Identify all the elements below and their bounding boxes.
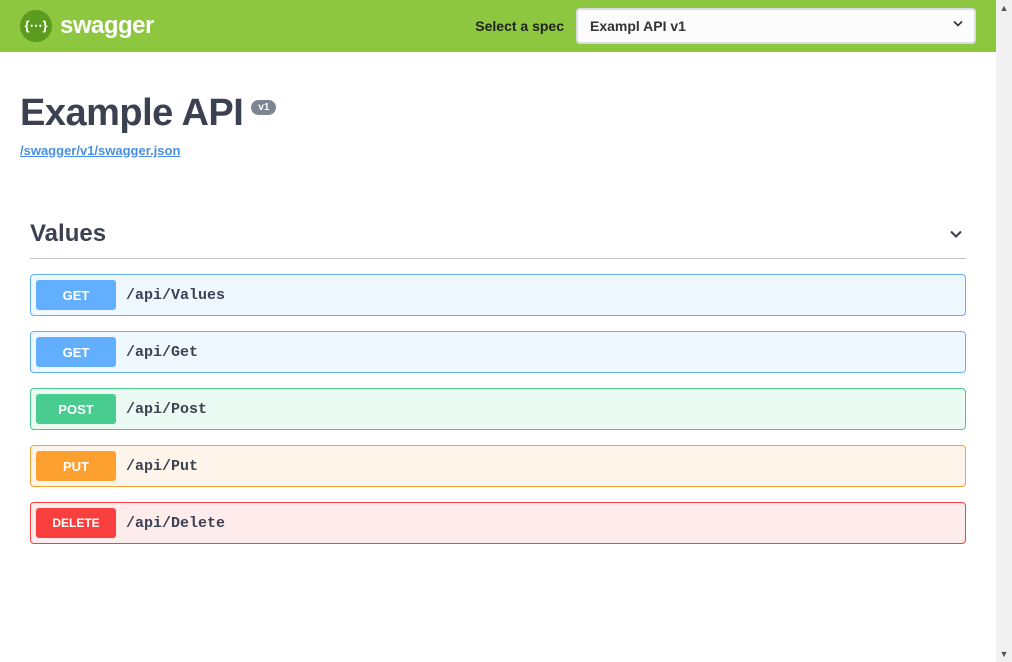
topbar: {⋯} swagger Select a spec Exampl API v1 [0, 0, 996, 52]
operation-get-0[interactable]: GET/api/Values [30, 274, 966, 316]
method-badge: GET [36, 280, 116, 310]
swagger-logo-text: swagger [60, 12, 154, 40]
swagger-icon: {⋯} [20, 10, 52, 42]
operation-get-1[interactable]: GET/api/Get [30, 331, 966, 373]
swagger-json-link[interactable]: /swagger/v1/swagger.json [20, 143, 180, 158]
method-badge: GET [36, 337, 116, 367]
operation-path: /api/Delete [126, 515, 225, 532]
section-header-values[interactable]: Values [30, 220, 966, 259]
version-badge: v1 [251, 100, 276, 115]
swagger-logo[interactable]: {⋯} swagger [20, 10, 154, 42]
chevron-down-icon [946, 224, 966, 244]
operation-path: /api/Put [126, 458, 198, 475]
operation-post-2[interactable]: POST/api/Post [30, 388, 966, 430]
method-badge: DELETE [36, 508, 116, 538]
operation-path: /api/Values [126, 287, 225, 304]
scroll-down-icon[interactable]: ▼ [996, 646, 1012, 662]
operation-path: /api/Get [126, 344, 198, 361]
scrollbar[interactable]: ▲ ▼ [996, 0, 1012, 662]
method-badge: PUT [36, 451, 116, 481]
section-title: Values [30, 220, 106, 248]
operation-put-3[interactable]: PUT/api/Put [30, 445, 966, 487]
spec-select-label: Select a spec [475, 18, 564, 34]
spec-select[interactable]: Exampl API v1 [576, 8, 976, 44]
scroll-up-icon[interactable]: ▲ [996, 0, 1012, 16]
method-badge: POST [36, 394, 116, 424]
operation-delete-4[interactable]: DELETE/api/Delete [30, 502, 966, 544]
api-title: Example API [20, 92, 243, 135]
operation-path: /api/Post [126, 401, 207, 418]
